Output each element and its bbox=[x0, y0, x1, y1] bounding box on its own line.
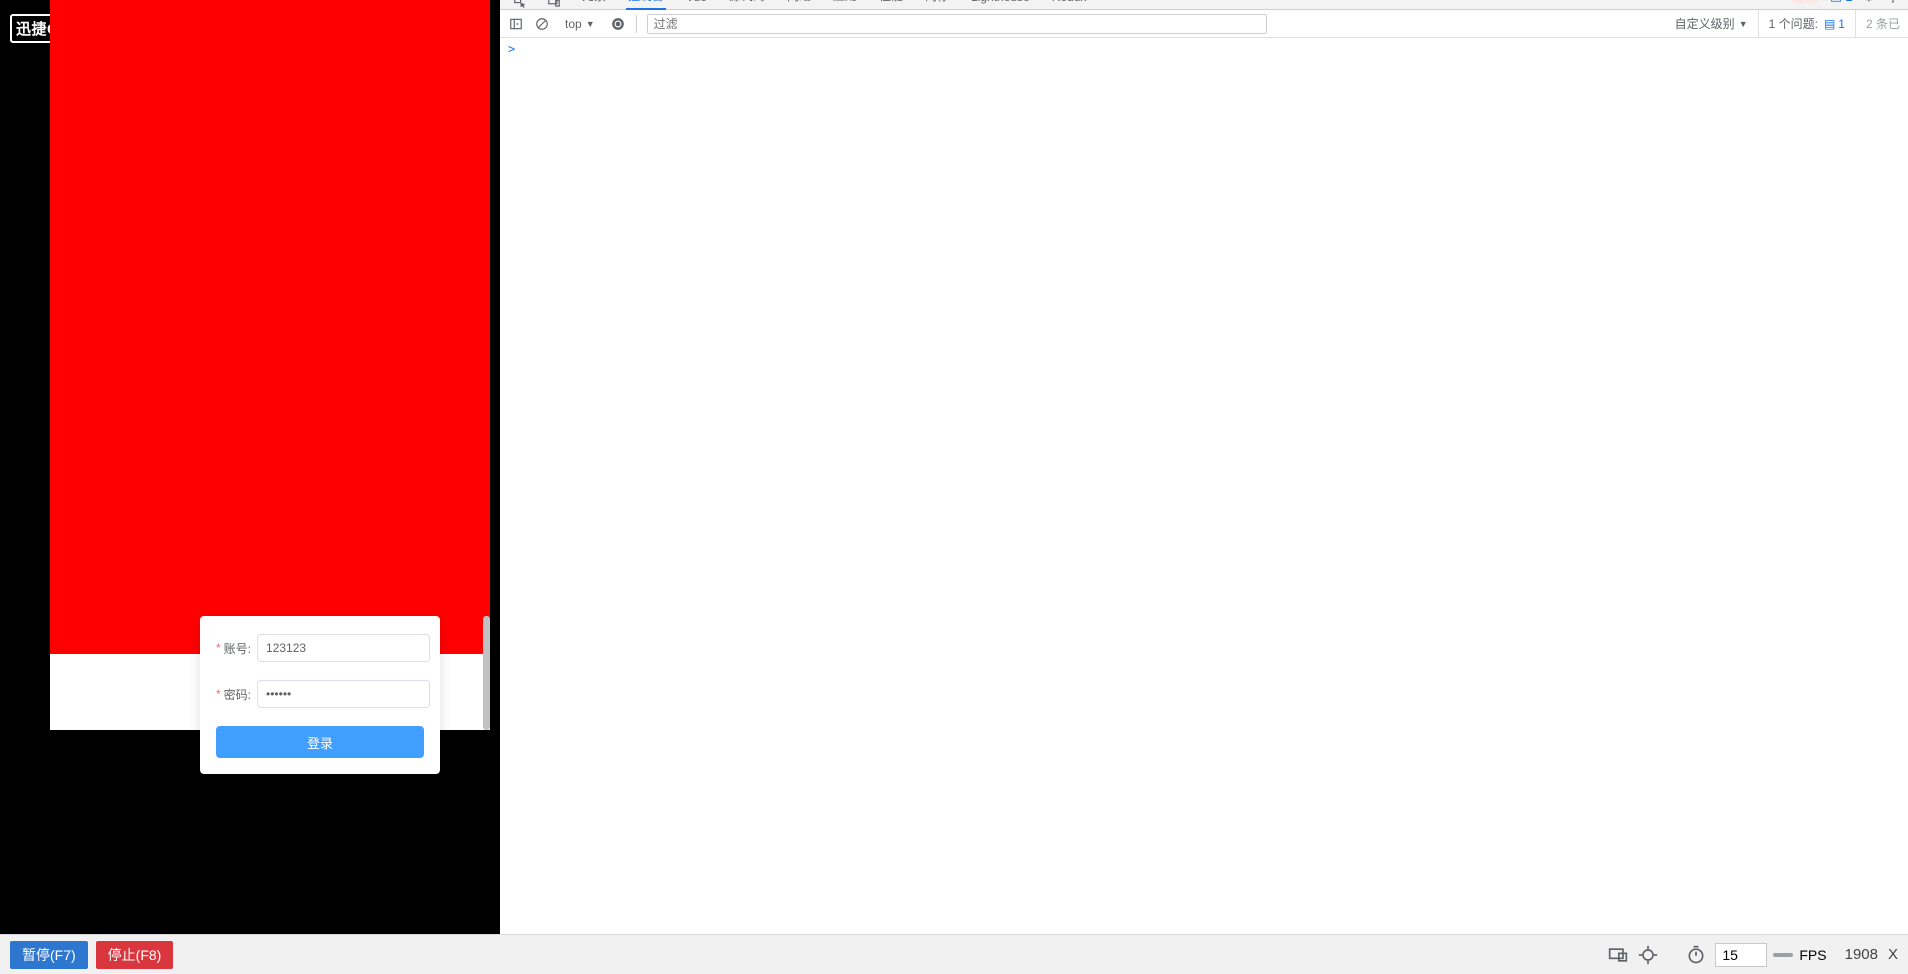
clear-console-icon[interactable] bbox=[534, 16, 550, 32]
device-toolbar-icon[interactable] bbox=[546, 0, 562, 10]
account-label: 账号: bbox=[224, 640, 251, 657]
login-button[interactable]: 登录 bbox=[216, 726, 424, 758]
error-icon: ⊗ bbox=[1796, 0, 1805, 3]
pause-button[interactable]: 暂停(F7) bbox=[10, 941, 88, 969]
tab-redux[interactable]: Redux bbox=[1050, 0, 1089, 10]
display-mode-icon[interactable] bbox=[1607, 944, 1629, 966]
account-input[interactable] bbox=[257, 634, 430, 662]
issues-count: 1 bbox=[1838, 17, 1845, 31]
stop-button[interactable]: 停止(F8) bbox=[96, 941, 174, 969]
required-mark: * bbox=[216, 641, 221, 655]
chevron-down-icon: ▼ bbox=[1739, 19, 1748, 29]
devtools-panel: 元素 控制台 Vue 源代码 网络 应用 性能 内存 Lighthouse Re… bbox=[500, 0, 1908, 934]
tab-elements[interactable]: 元素 bbox=[580, 0, 608, 10]
console-body[interactable]: > bbox=[500, 38, 1908, 934]
scrollbar-thumb[interactable] bbox=[483, 616, 490, 730]
tab-sources[interactable]: 源代码 bbox=[727, 0, 767, 10]
fps-input[interactable] bbox=[1715, 943, 1767, 967]
dimension-x: X bbox=[1888, 946, 1898, 963]
console-prompt: > bbox=[508, 42, 515, 56]
context-label: top bbox=[565, 17, 582, 31]
hero-background bbox=[50, 0, 490, 654]
console-toolbar: top ▼ 自定义级别 ▼ 1 个问题: ▤ 1 2 条已 bbox=[500, 10, 1908, 38]
error-count-value: 2 bbox=[1808, 0, 1814, 2]
toolbar-separator bbox=[636, 15, 637, 33]
timer-icon[interactable] bbox=[1685, 944, 1707, 966]
fps-control: FPS bbox=[1715, 943, 1826, 967]
login-card: * 账号: * 密码: 登录 bbox=[200, 616, 440, 774]
page-viewport: * 账号: * 密码: 登录 bbox=[50, 0, 490, 730]
message-icon: ▤ bbox=[1830, 0, 1842, 4]
chevron-down-icon: ▼ bbox=[586, 19, 595, 29]
password-row: * 密码: bbox=[216, 680, 424, 708]
devtools-tabstrip: 元素 控制台 Vue 源代码 网络 应用 性能 内存 Lighthouse Re… bbox=[500, 0, 1908, 10]
hidden-messages-indicator[interactable]: 2 条已 bbox=[1855, 10, 1900, 37]
live-expression-icon[interactable] bbox=[610, 16, 626, 32]
tab-memory[interactable]: 内存 bbox=[923, 0, 951, 10]
hidden-messages-label: 2 条已 bbox=[1866, 15, 1900, 32]
filter-input[interactable] bbox=[647, 14, 1267, 34]
context-selector[interactable]: top ▼ bbox=[560, 15, 600, 33]
fps-label: FPS bbox=[1799, 947, 1826, 963]
log-level-selector[interactable]: 自定义级别 ▼ bbox=[1675, 15, 1748, 32]
issues-label: 1 个问题: bbox=[1769, 15, 1818, 32]
account-row: * 账号: bbox=[216, 634, 424, 662]
password-label: 密码: bbox=[224, 686, 251, 703]
settings-icon[interactable]: ⚙ bbox=[1862, 0, 1875, 5]
sidebar-toggle-icon[interactable] bbox=[508, 16, 524, 32]
dimension-width: 1908 bbox=[1845, 946, 1878, 963]
error-count-badge[interactable]: ⊗ 2 bbox=[1790, 0, 1820, 4]
issues-indicator[interactable]: 1 个问题: ▤ 1 bbox=[1758, 10, 1845, 37]
locate-icon[interactable] bbox=[1637, 944, 1659, 966]
tab-performance[interactable]: 性能 bbox=[877, 0, 905, 10]
tab-network[interactable]: 网络 bbox=[785, 0, 813, 10]
tab-application[interactable]: 应用 bbox=[831, 0, 859, 10]
tab-console[interactable]: 控制台 bbox=[626, 0, 666, 10]
message-count-badge[interactable]: ▤ 1 bbox=[1830, 0, 1853, 4]
more-menu-icon[interactable]: ⋮ bbox=[1885, 0, 1902, 6]
inspect-element-icon[interactable] bbox=[512, 0, 528, 10]
password-input[interactable] bbox=[257, 680, 430, 708]
tab-vue[interactable]: Vue bbox=[684, 0, 709, 10]
log-level-label: 自定义级别 bbox=[1675, 15, 1735, 32]
issues-icon: ▤ bbox=[1824, 17, 1835, 31]
required-mark: * bbox=[216, 687, 221, 701]
recorder-statusbar: 暂停(F7) 停止(F8) FPS 1908 X bbox=[0, 934, 1908, 974]
tab-lighthouse[interactable]: Lighthouse bbox=[969, 0, 1032, 10]
fps-slider[interactable] bbox=[1773, 953, 1793, 957]
message-count-value: 1 bbox=[1845, 0, 1852, 4]
